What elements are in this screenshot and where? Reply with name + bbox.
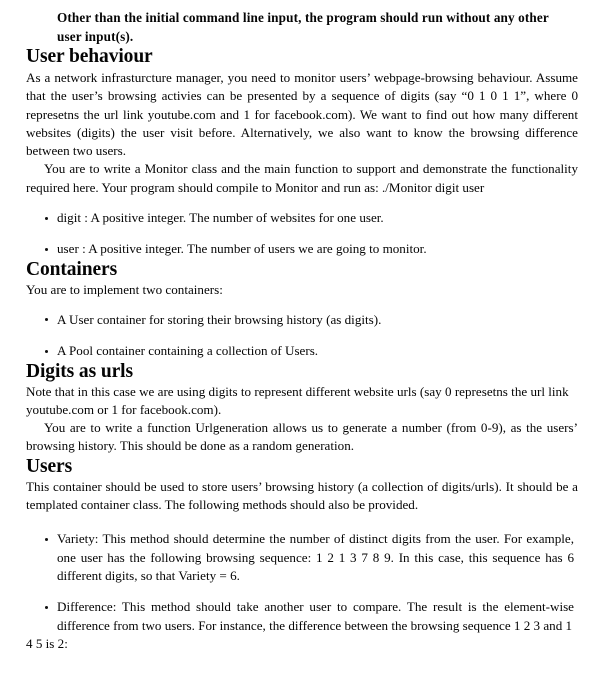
paragraph-user-behaviour-intro: As a network infrasturcture manager, you… [26, 70, 578, 159]
paragraph-users-intro: This container should be used to store u… [26, 478, 578, 513]
paragraph-monitor-class: You are to write a Monitor class and the… [26, 161, 578, 195]
paragraph-difference-continuation: 4 5 is 2: [26, 635, 68, 651]
list-user-methods: Variety: This method should determine th… [26, 530, 578, 634]
list-item: Difference: This method should take anot… [26, 598, 578, 635]
list-command-line-arguments: digit : A positive integer. The number o… [26, 209, 578, 259]
section-heading-containers: Containers [26, 258, 118, 280]
paragraph-urlgeneration: You are to write a function Urlgeneratio… [26, 420, 578, 454]
list-item: A Pool container containing a collection… [26, 342, 578, 360]
section-heading-user-behaviour: User behaviour [26, 46, 153, 67]
section-heading-digits-as-urls: Digits as urls [26, 360, 133, 382]
lead-bold-paragraph: Other than the initial command line inpu… [57, 10, 549, 44]
paragraph-digits-note: Note that in this case we are using digi… [26, 383, 569, 417]
list-item: user : A positive integer. The number of… [26, 240, 578, 258]
list-item: Variety: This method should determine th… [26, 530, 578, 585]
paragraph-containers-intro: You are to implement two containers: [26, 281, 223, 297]
document-page: Other than the initial command line inpu… [0, 8, 604, 691]
list-containers: A User container for storing their brows… [26, 311, 578, 361]
list-item: A User container for storing their brows… [26, 311, 578, 329]
list-item: digit : A positive integer. The number o… [26, 209, 578, 227]
section-heading-users: Users [26, 455, 73, 477]
